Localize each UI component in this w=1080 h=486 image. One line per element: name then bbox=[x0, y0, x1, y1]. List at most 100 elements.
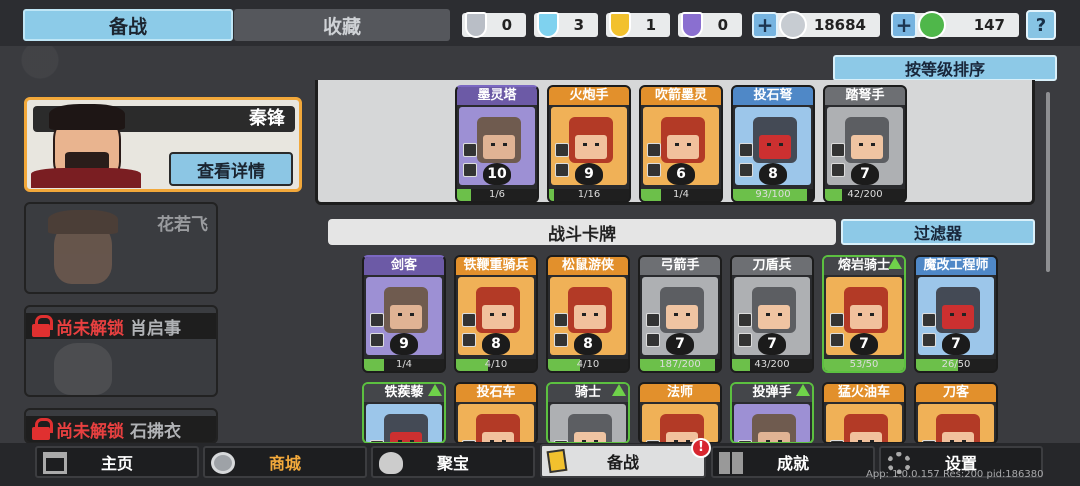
unit-portrait bbox=[458, 404, 534, 442]
unit-trait-icon bbox=[738, 333, 752, 347]
unit-figure bbox=[569, 117, 613, 163]
unit-level: 9 bbox=[575, 163, 603, 185]
cards_row2-card[interactable]: 骑士 bbox=[546, 382, 630, 444]
add-coins-button[interactable]: + bbox=[752, 12, 778, 38]
treasure-bowl-icon bbox=[379, 452, 403, 474]
version-text: App: 1.0.0.157 Res:200 pid:186380 bbox=[866, 469, 1044, 480]
unit-progress-text: 187/200 bbox=[659, 359, 701, 370]
hero-portrait bbox=[31, 102, 151, 189]
cards_row1-card[interactable]: 剑客 9 1/4 bbox=[362, 255, 446, 373]
unit-figure bbox=[660, 287, 704, 333]
cards_row1-card[interactable]: 弓箭手 7 187/200 bbox=[638, 255, 722, 373]
cards_row1-card[interactable]: 熔岩骑士 7 53/50 bbox=[822, 255, 906, 373]
unit-progress-text: 26/50 bbox=[941, 359, 971, 370]
unit-trait-icon bbox=[554, 333, 568, 347]
nav-shop[interactable]: 商城 bbox=[203, 446, 367, 478]
unit-name: 投石车 bbox=[456, 384, 536, 402]
unit-progress-text: 1/16 bbox=[577, 189, 601, 200]
hero-name-2: 花若飞 bbox=[157, 215, 208, 235]
cards_row2-card[interactable]: 投弹手 bbox=[730, 382, 814, 444]
unit-trait-icon bbox=[462, 333, 476, 347]
help-button[interactable]: ? bbox=[1026, 10, 1056, 40]
progress-fill bbox=[825, 189, 842, 201]
cards_row1-card[interactable]: 魔改工程师 7 26/50 bbox=[914, 255, 998, 373]
unit-name: 刀盾兵 bbox=[732, 257, 812, 275]
cards_row2-card[interactable]: 投石车 bbox=[454, 382, 538, 444]
unit-progress-text: 1/4 bbox=[672, 189, 690, 200]
unit-type-icon bbox=[463, 143, 477, 157]
battle-cards-title: 战斗卡牌 bbox=[328, 219, 836, 245]
nav-achievements[interactable]: 成就 bbox=[711, 446, 875, 478]
purple-shield-count: 0 bbox=[717, 16, 728, 34]
unit-level: 7 bbox=[851, 163, 879, 185]
unit-type-icon bbox=[646, 313, 660, 327]
progress-fill bbox=[364, 359, 384, 371]
coins-icon bbox=[211, 452, 235, 474]
unit-name: 墨灵塔 bbox=[457, 87, 537, 105]
filter-button[interactable]: 过滤器 bbox=[841, 219, 1035, 245]
upgrade-arrow-icon bbox=[428, 384, 442, 396]
cards_row2-card[interactable]: 猛火油车 bbox=[822, 382, 906, 444]
deck-card[interactable]: 墨灵塔 10 1/6 bbox=[455, 85, 539, 203]
hero-card-2[interactable]: 花若飞 bbox=[24, 202, 218, 294]
unit-name: 踏弩手 bbox=[825, 87, 905, 105]
silver-shield-icon bbox=[462, 9, 490, 41]
unit-level: 8 bbox=[482, 333, 510, 355]
nav-home[interactable]: 主页 bbox=[35, 446, 199, 478]
unit-name: 法师 bbox=[640, 384, 720, 402]
unit-name: 火炮手 bbox=[549, 87, 629, 105]
unit-trait-icon bbox=[830, 333, 844, 347]
nav-treasure-label: 聚宝 bbox=[436, 454, 469, 473]
unit-name: 猛火油车 bbox=[824, 384, 904, 402]
house-icon bbox=[43, 452, 67, 474]
unit-type-icon bbox=[370, 313, 384, 327]
achievements-grid-icon bbox=[719, 452, 743, 474]
cards_row2-card[interactable]: 铁蒺藜 bbox=[362, 382, 446, 444]
unit-progress-bar: 53/50 bbox=[824, 359, 904, 371]
nav-prepare[interactable]: 备战 bbox=[540, 444, 706, 478]
scrollbar[interactable] bbox=[1046, 92, 1050, 272]
cards_row1-card[interactable]: 铁鞭重骑兵 8 4/10 bbox=[454, 255, 538, 373]
cards_row2-card[interactable]: 刀客 bbox=[914, 382, 998, 444]
nav-achievements-label: 成就 bbox=[776, 454, 809, 473]
unit-progress-bar: 1/4 bbox=[364, 359, 444, 371]
unit-type-icon bbox=[555, 143, 569, 157]
hero-card-3-locked[interactable]: 尚未解锁 肖启事 bbox=[24, 305, 218, 397]
cards_row1-card[interactable]: 松鼠游侠 8 4/10 bbox=[546, 255, 630, 373]
upgrade-arrow-icon bbox=[796, 384, 810, 396]
unit-trait-icon bbox=[370, 333, 384, 347]
silver-shield-count: 0 bbox=[501, 16, 512, 34]
unit-type-icon bbox=[462, 313, 476, 327]
hero-portrait-2 bbox=[30, 206, 150, 292]
unit-name: 魔改工程师 bbox=[916, 257, 996, 275]
hero-card-selected[interactable]: 秦锋 查看详情 bbox=[24, 97, 302, 192]
unit-progress-text: 1/4 bbox=[395, 359, 413, 370]
add-gems-button[interactable]: + bbox=[891, 12, 917, 38]
nav-treasure[interactable]: 聚宝 bbox=[371, 446, 535, 478]
notification-badge: ! bbox=[691, 438, 711, 458]
sort-by-level-button[interactable]: 按等级排序 bbox=[833, 55, 1057, 81]
deck-card[interactable]: 投石弩 8 93/100 bbox=[731, 85, 815, 203]
unit-figure bbox=[752, 414, 796, 442]
unit-progress-bar: 26/50 bbox=[916, 359, 996, 371]
unit-level: 8 bbox=[574, 333, 602, 355]
progress-fill bbox=[548, 359, 580, 371]
unit-figure bbox=[752, 287, 796, 333]
unit-level: 8 bbox=[759, 163, 787, 185]
unit-progress-bar: 4/10 bbox=[548, 359, 628, 371]
unit-progress-text: 53/50 bbox=[849, 359, 879, 370]
tab-prepare[interactable]: 备战 bbox=[23, 9, 233, 41]
progress-fill bbox=[457, 189, 471, 201]
deck-card[interactable]: 踏弩手 7 42/200 bbox=[823, 85, 907, 203]
unit-trait-icon bbox=[739, 163, 753, 177]
hero-card-4-locked[interactable]: 尚未解锁 石拂衣 bbox=[24, 408, 218, 444]
cards_row2-card[interactable]: 法师 bbox=[638, 382, 722, 444]
view-details-button[interactable]: 查看详情 bbox=[169, 152, 293, 186]
hero-name-4: 石拂衣 bbox=[130, 421, 181, 442]
tab-collection[interactable]: 收藏 bbox=[234, 9, 450, 41]
unit-trait-icon bbox=[647, 163, 661, 177]
deck-card[interactable]: 吹箭墨灵 6 1/4 bbox=[639, 85, 723, 203]
cards_row1-card[interactable]: 刀盾兵 7 43/200 bbox=[730, 255, 814, 373]
deck-card[interactable]: 火炮手 9 1/16 bbox=[547, 85, 631, 203]
progress-fill bbox=[456, 359, 488, 371]
